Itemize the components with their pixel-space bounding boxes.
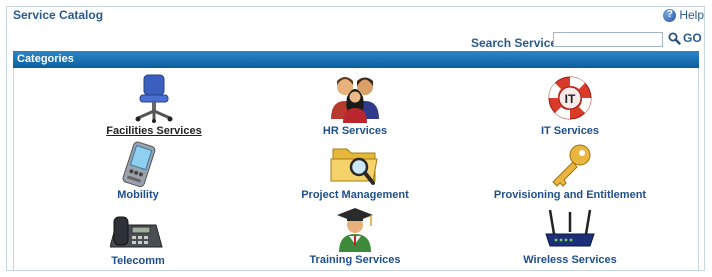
people-icon bbox=[331, 77, 379, 123]
help-link[interactable]: ? Help bbox=[663, 8, 704, 22]
search-label: Search Services bbox=[471, 36, 564, 50]
desk-phone-icon bbox=[110, 216, 163, 248]
category-label: Mobility bbox=[117, 189, 159, 201]
svg-text:IT: IT bbox=[565, 92, 576, 106]
category-hr-services[interactable]: HR Services bbox=[245, 73, 465, 137]
category-provisioning-and-entitlement[interactable]: Provisioning and Entitlement bbox=[460, 141, 680, 201]
category-telecomm[interactable]: Telecomm bbox=[28, 209, 248, 267]
category-facilities-services[interactable]: Facilities Services bbox=[44, 73, 264, 137]
category-training-services[interactable]: Training Services bbox=[245, 206, 465, 266]
help-icon: ? bbox=[663, 8, 677, 22]
help-label: Help bbox=[679, 8, 704, 22]
go-button[interactable]: GO bbox=[668, 31, 702, 45]
page-title: Service Catalog bbox=[13, 8, 104, 22]
router-icon bbox=[545, 209, 595, 247]
category-project-management[interactable]: Project Management bbox=[245, 141, 465, 201]
category-mobility[interactable]: Mobility bbox=[28, 141, 248, 201]
go-label: GO bbox=[683, 31, 702, 45]
category-label: Wireless Services bbox=[523, 254, 617, 266]
category-label: Provisioning and Entitlement bbox=[493, 189, 647, 201]
category-label: IT Services bbox=[540, 125, 600, 137]
category-label: Facilities Services bbox=[106, 125, 202, 137]
category-label: Training Services bbox=[309, 254, 401, 266]
graduate-icon bbox=[337, 208, 373, 252]
key-icon bbox=[552, 144, 591, 187]
category-label: Telecomm bbox=[111, 255, 165, 267]
search-icon bbox=[668, 32, 681, 45]
search-input[interactable] bbox=[553, 32, 663, 47]
category-label: HR Services bbox=[322, 125, 388, 137]
folder-search-icon bbox=[330, 148, 378, 185]
category-wireless-services[interactable]: Wireless Services bbox=[460, 206, 680, 266]
pda-icon bbox=[122, 141, 156, 187]
categories-header: Categories bbox=[13, 51, 699, 68]
lifebuoy-icon: IT bbox=[548, 76, 592, 120]
category-label: Project Management bbox=[301, 189, 409, 201]
office-chair-icon bbox=[135, 74, 173, 123]
category-it-services[interactable]: IT IT Services bbox=[460, 73, 680, 137]
